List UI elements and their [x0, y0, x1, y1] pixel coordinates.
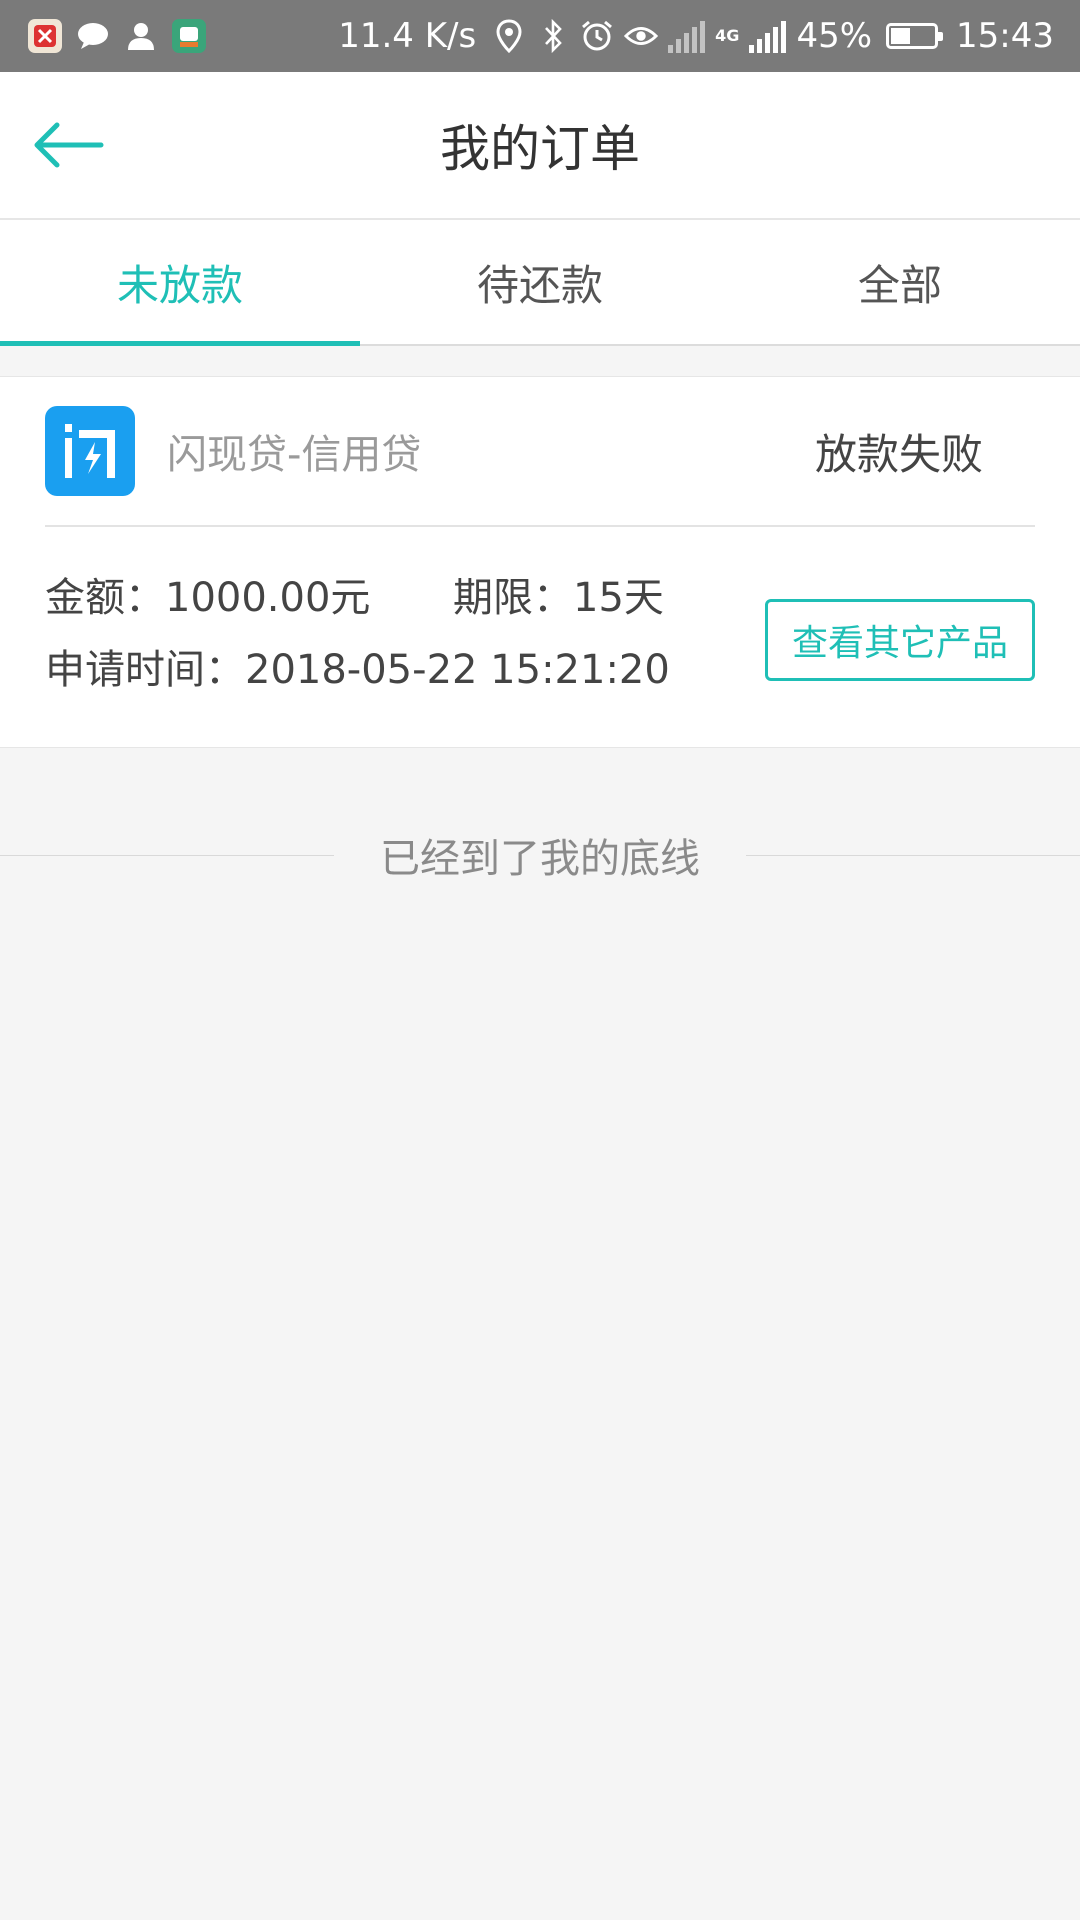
product-name: 闪现贷-信用贷: [167, 432, 422, 478]
term-value: 15天: [573, 575, 664, 621]
signal-icon: [749, 19, 787, 53]
status-right: 11.4 K/s 4G 45% 15:43: [338, 16, 1054, 56]
contact-icon: [124, 19, 158, 53]
order-details: 金额：1000.00元 期限：15天 申请时间：2018-05-22 15:21…: [45, 527, 1035, 747]
tab-pending-repayment[interactable]: 待还款: [360, 220, 720, 344]
apply-time-label: 申请时间：: [45, 647, 245, 693]
battery-level-fill: [891, 28, 911, 44]
term-label: 期限：: [453, 575, 573, 621]
location-icon: [492, 19, 526, 53]
order-card-header: 闪现贷-信用贷 放款失败: [45, 377, 1035, 527]
apply-time-value: 2018-05-22 15:21:20: [245, 647, 670, 693]
app-notification-icon: [28, 19, 62, 53]
tab-not-disbursed[interactable]: 未放款: [0, 220, 360, 346]
no-signal-icon: [668, 19, 706, 53]
clock: 15:43: [956, 16, 1054, 56]
net-speed: 11.4 K/s: [338, 16, 477, 56]
amount-value: 1000.00元: [165, 575, 371, 621]
amount: 金额：1000.00元: [45, 565, 453, 623]
view-other-products-button[interactable]: 查看其它产品: [765, 599, 1035, 681]
app-notification-icon-2: [172, 19, 206, 53]
status-left-icons: [28, 19, 206, 53]
order-tabs: 未放款 待还款 全部: [0, 220, 1080, 346]
divider-line-left: [0, 854, 334, 856]
order-status: 放款失败: [814, 429, 983, 479]
status-bar: 11.4 K/s 4G 45% 15:43: [0, 0, 1080, 72]
divider-line-right: [746, 854, 1080, 856]
amount-term-row: 金额：1000.00元 期限：15天: [45, 565, 664, 623]
tab-all[interactable]: 全部: [720, 220, 1080, 344]
end-of-list-text: 已经到了我的底线: [380, 836, 700, 882]
battery-percent: 45%: [796, 16, 873, 56]
eye-icon: [624, 19, 659, 53]
order-card[interactable]: 闪现贷-信用贷 放款失败 金额：1000.00元 期限：15天 申请时间：201…: [0, 376, 1080, 748]
end-of-list-divider: 已经到了我的底线: [0, 820, 1080, 890]
apply-time-row: 申请时间：2018-05-22 15:21:20: [45, 637, 670, 695]
bluetooth-icon: [536, 19, 570, 53]
alarm-icon: [580, 19, 614, 53]
battery-icon: [886, 23, 944, 49]
app-header: 我的订单: [0, 72, 1080, 220]
chat-icon: [76, 19, 110, 53]
network-type: 4G: [715, 26, 740, 45]
product-logo-icon: [45, 406, 135, 496]
term: 期限：15天: [453, 565, 664, 623]
amount-label: 金额：: [45, 575, 165, 621]
page-title: 我的订单: [440, 120, 640, 178]
